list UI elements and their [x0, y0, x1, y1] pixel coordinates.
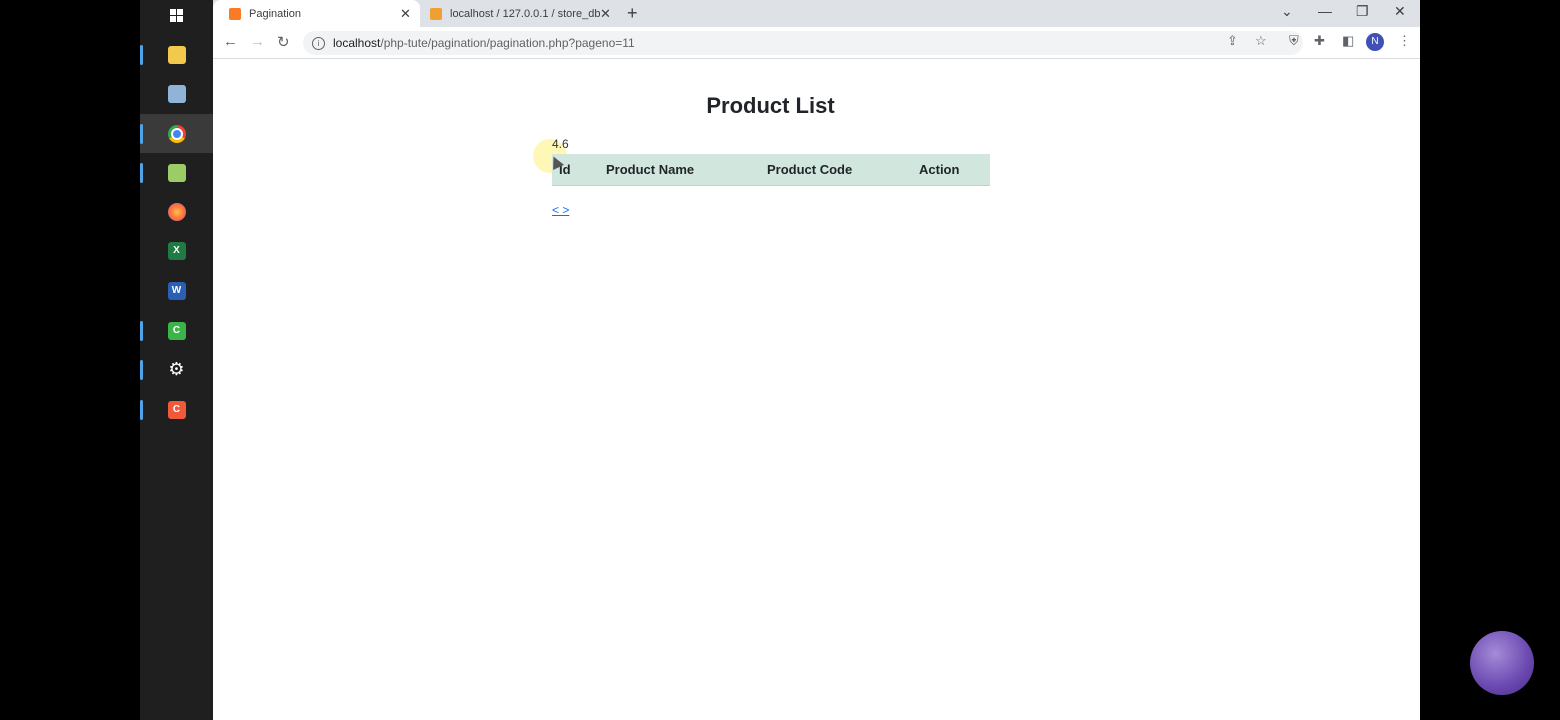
address-url: localhost/php-tute/pagination/pagination…	[333, 36, 635, 50]
app-icon	[167, 84, 186, 103]
excel-icon: X	[167, 241, 186, 260]
column-header-action: Action	[919, 154, 990, 186]
profile-avatar[interactable]: N	[1366, 33, 1384, 51]
bookmark-star-icon[interactable]: ☆	[1255, 33, 1267, 49]
back-arrow-icon[interactable]: ←	[223, 33, 238, 50]
pagination-links[interactable]: < >	[552, 203, 569, 217]
tab-title: localhost / 127.0.0.1 / store_db /	[450, 7, 600, 20]
minimize-icon[interactable]: —	[1318, 3, 1332, 19]
column-header-product-code: Product Code	[767, 154, 919, 186]
file-explorer-button[interactable]	[140, 35, 213, 74]
close-tab-icon[interactable]: ✕	[600, 6, 611, 22]
phpmyadmin-favicon-icon	[430, 7, 442, 20]
firefox-icon	[167, 202, 186, 221]
extensions-puzzle-icon[interactable]: ✚	[1314, 33, 1325, 49]
chrome-icon	[167, 124, 186, 143]
table-header-row: Id Product Name Product Code Action	[552, 154, 990, 186]
tab-strip: Pagination ✕ localhost / 127.0.0.1 / sto…	[213, 0, 1420, 27]
firefox-button[interactable]	[140, 192, 213, 231]
forward-arrow-icon[interactable]: →	[250, 33, 265, 50]
value-label: 4.6	[552, 137, 569, 151]
shield-extension-icon[interactable]: ⛨	[1289, 33, 1299, 49]
side-panel-icon[interactable]: ◧	[1342, 33, 1354, 49]
tab-pagination[interactable]: Pagination ✕	[213, 0, 420, 27]
address-bar[interactable]: i localhost/php-tute/pagination/paginati…	[303, 31, 1303, 55]
folder-icon	[167, 45, 186, 64]
chrome-window: Pagination ✕ localhost / 127.0.0.1 / sto…	[213, 0, 1420, 720]
camtasia-icon: C	[167, 321, 186, 340]
camtasia-button[interactable]: C	[140, 311, 213, 350]
excel-button[interactable]: X	[140, 231, 213, 270]
share-icon[interactable]: ⇪	[1227, 33, 1238, 49]
xampp-favicon-icon	[229, 7, 241, 20]
more-menu-icon[interactable]: ⋮	[1398, 33, 1411, 49]
app-button[interactable]	[140, 74, 213, 113]
reload-icon[interactable]: ↻	[277, 33, 290, 51]
chrome-button[interactable]	[140, 114, 213, 153]
watermark-logo	[1470, 631, 1534, 695]
site-info-icon[interactable]: i	[312, 36, 325, 50]
windows-start-button[interactable]	[140, 0, 213, 35]
word-button[interactable]: W	[140, 271, 213, 310]
product-table: Id Product Name Product Code Action	[552, 154, 990, 186]
camtasia-recorder-button[interactable]: C	[140, 390, 213, 429]
tab-title: Pagination	[249, 7, 301, 20]
settings-button[interactable]: ⚙	[140, 350, 213, 389]
browser-toolbar: ← → ↻ i localhost/php-tute/pagination/pa…	[213, 27, 1420, 59]
word-icon: W	[167, 281, 186, 300]
tab-search-chevron-icon[interactable]: ⌄	[1281, 3, 1293, 20]
close-window-icon[interactable]: ✕	[1394, 3, 1406, 20]
gear-icon: ⚙	[168, 359, 185, 379]
notepad-plus-plus-icon	[167, 163, 186, 182]
column-header-product-name: Product Name	[606, 154, 767, 186]
windows-taskbar: X W C ⚙ C ›	[140, 0, 338, 720]
restore-icon[interactable]: ❐	[1356, 3, 1369, 20]
tab-phpmyadmin[interactable]: localhost / 127.0.0.1 / store_db / ✕	[420, 0, 620, 27]
camtasia-recorder-icon: C	[167, 400, 186, 419]
new-tab-plus-icon[interactable]: +	[627, 3, 638, 24]
close-tab-icon[interactable]: ✕	[400, 6, 411, 22]
notepad-plus-plus-button[interactable]	[140, 153, 213, 192]
page-content: Product List 4.6 Id Product Name Product…	[213, 59, 1420, 720]
page-title: Product List	[706, 93, 835, 118]
windows-logo-icon	[170, 9, 183, 22]
